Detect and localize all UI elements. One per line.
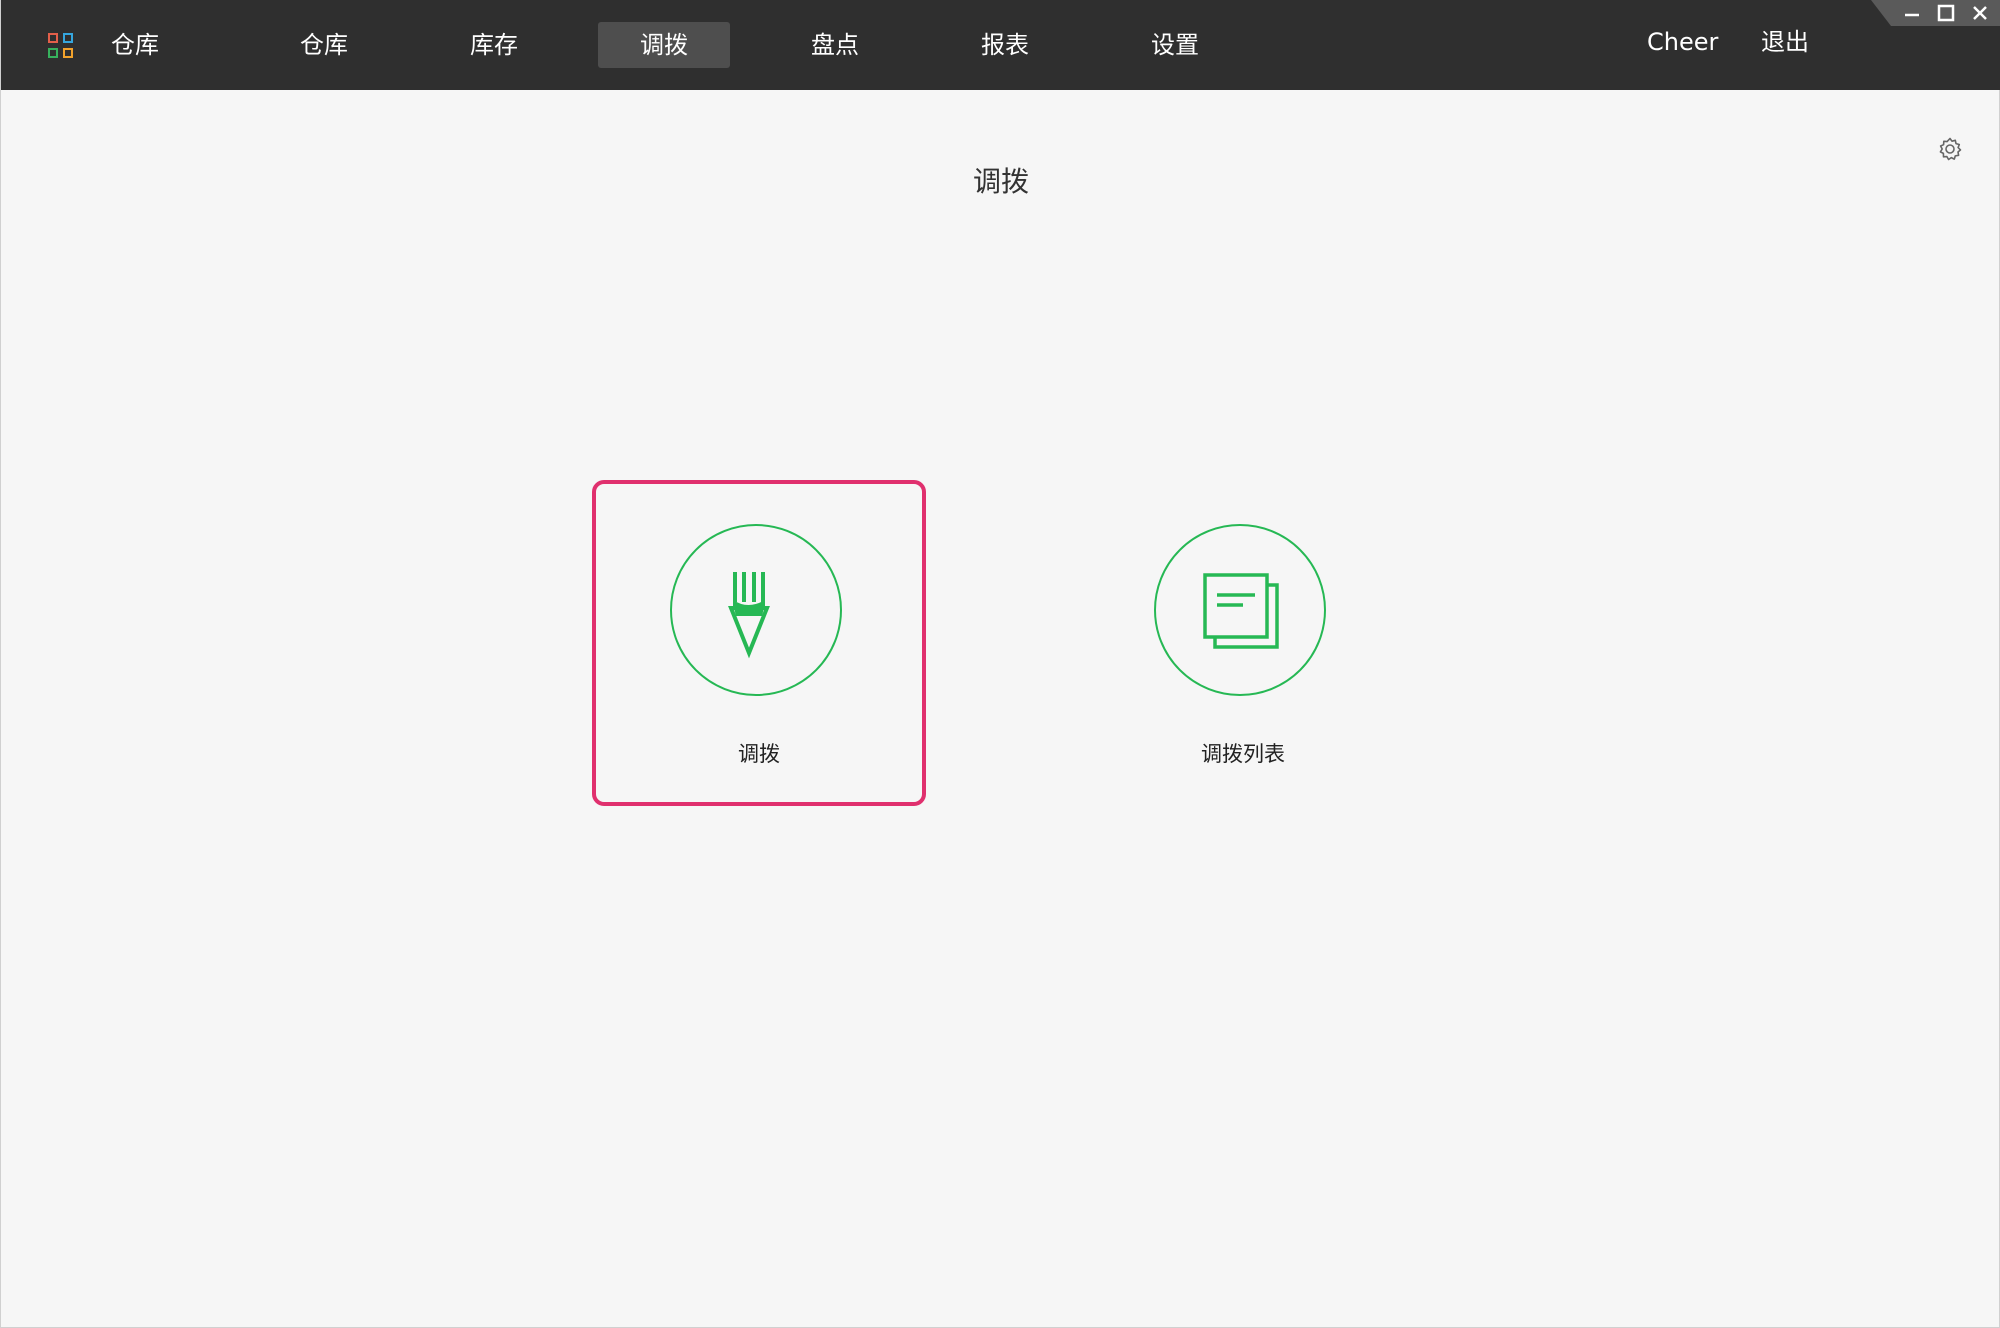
maximize-icon[interactable]	[1935, 2, 1957, 24]
logout-link[interactable]: 退出	[1761, 26, 1809, 58]
app-name: 仓库	[111, 31, 159, 59]
document-list-icon	[1203, 573, 1279, 649]
top-nav-bar: 仓库 仓库 库存 调拨 盘点 报表 设置 Cheer 退出	[1, 0, 2000, 90]
gear-icon[interactable]	[1937, 136, 1963, 162]
nav-item-stocktake[interactable]: 盘点	[769, 22, 901, 68]
window-controls	[1871, 0, 2000, 26]
pencil-icon	[728, 572, 770, 659]
transfer-list-tile-label: 调拨列表	[1201, 742, 1285, 766]
minimize-icon[interactable]	[1901, 2, 1923, 24]
page-title: 调拨	[972, 165, 1029, 198]
transfer-list-tile-circle	[1154, 524, 1326, 696]
transfer-tile-label: 调拨	[738, 742, 780, 766]
nav-item-warehouse[interactable]: 仓库	[258, 22, 390, 68]
transfer-list-tile[interactable]: 调拨列表	[1076, 480, 1410, 806]
transfer-tile-circle	[670, 524, 842, 696]
app-grid-logo-icon	[48, 33, 76, 61]
nav-item-settings[interactable]: 设置	[1109, 22, 1241, 68]
transfer-tile[interactable]: 调拨	[592, 480, 926, 806]
nav-item-reports[interactable]: 报表	[939, 22, 1071, 68]
user-name[interactable]: Cheer	[1647, 26, 1718, 58]
close-icon[interactable]	[1969, 2, 1991, 24]
app-window: 仓库 仓库 库存 调拨 盘点 报表 设置 Cheer 退出 调拨 调拨 调拨列表	[0, 0, 2000, 1328]
nav-item-transfer[interactable]: 调拨	[598, 22, 730, 68]
nav-item-inventory[interactable]: 库存	[428, 22, 560, 68]
